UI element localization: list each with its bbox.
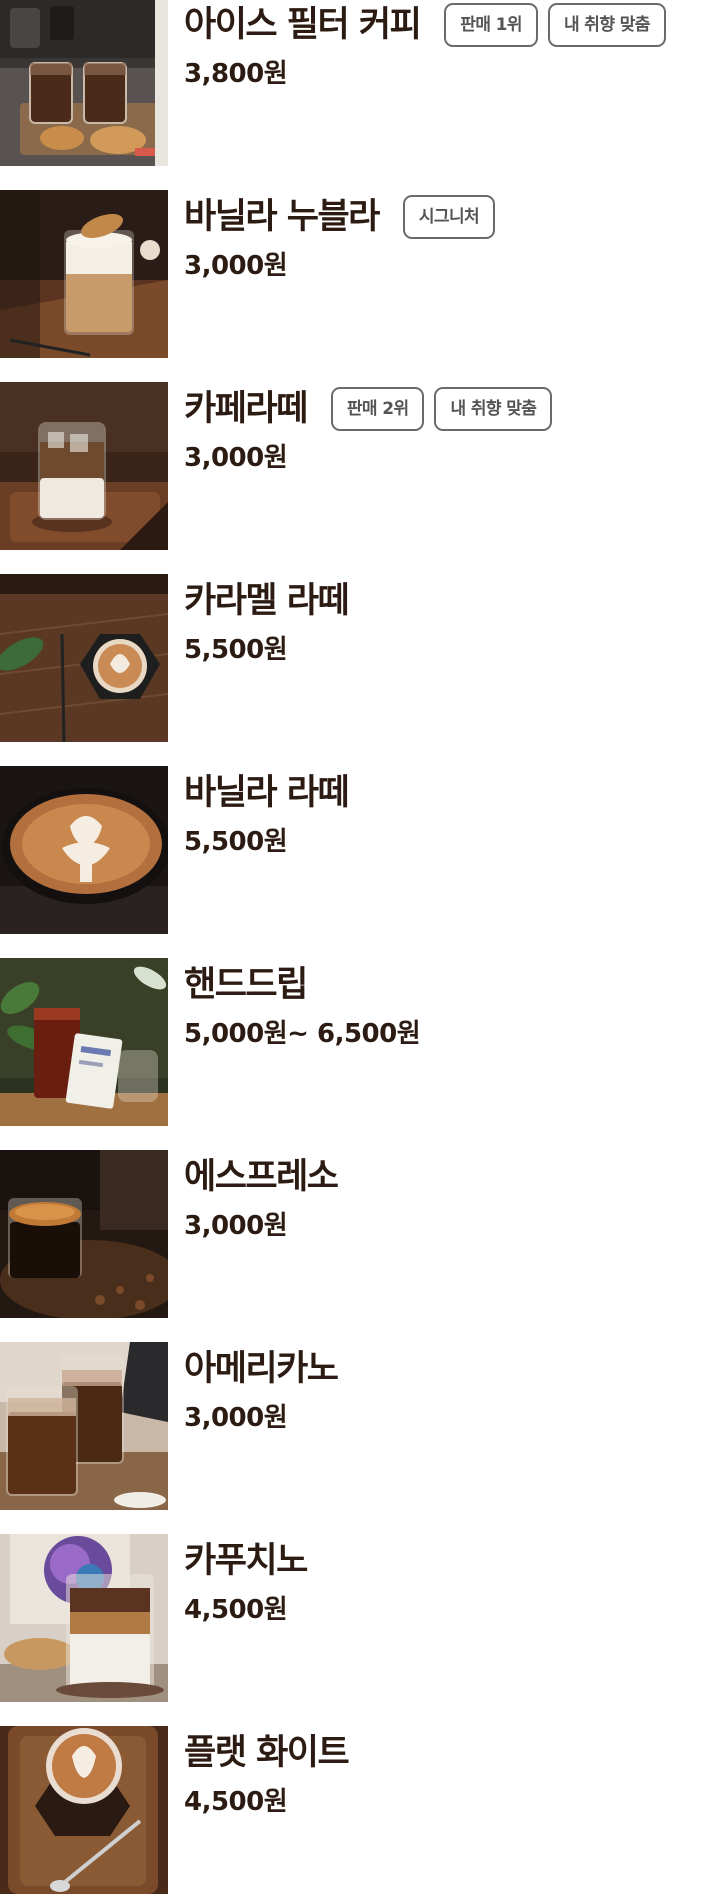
menu-item-info: 에스프레소 3,000원 [184, 1150, 716, 1318]
menu-item-price: 3,000원 [184, 443, 288, 473]
menu-item-photo [0, 766, 168, 934]
menu-item-info: 바닐라 누블라 시그니처 3,000원 [184, 190, 716, 358]
menu-item-info: 카라멜 라떼 5,500원 [184, 574, 716, 742]
menu-item-title-row: 플랫 화이트 [184, 1728, 350, 1778]
menu-item-photo [0, 1726, 168, 1894]
menu-item-info: 아메리카노 3,000원 [184, 1342, 716, 1510]
menu-item-price: 5,000원~ 6,500원 [184, 1019, 421, 1049]
menu-item-info: 핸드드립 5,000원~ 6,500원 [184, 958, 716, 1126]
my-taste-badge: 내 취향 맞춤 [434, 387, 553, 431]
iced-filter-coffee-photo [0, 0, 168, 166]
menu-item-photo [0, 1150, 168, 1318]
menu-item-name: 플랫 화이트 [184, 1733, 350, 1773]
menu-item-name: 카푸치노 [184, 1541, 308, 1581]
menu-item-cafe-latte[interactable]: 카페라떼 판매 2위 내 취향 맞춤 3,000원 [0, 382, 716, 550]
menu-item-tags: 시그니처 [402, 195, 496, 239]
menu-item-photo [0, 958, 168, 1126]
menu-item-title-row: 카푸치노 [184, 1536, 308, 1586]
menu-item-name: 카페라떼 [184, 389, 308, 429]
menu-item-name: 에스프레소 [184, 1157, 339, 1197]
cafe-latte-photo [0, 382, 168, 550]
menu-item-espresso[interactable]: 에스프레소 3,000원 [0, 1150, 716, 1318]
menu-item-title-row: 바닐라 라떼 [184, 768, 350, 818]
menu-item-title-row: 카페라떼 판매 2위 내 취향 맞춤 [184, 384, 553, 434]
menu-item-iced-filter-coffee[interactable]: 아이스 필터 커피 판매 1위 내 취향 맞춤 3,800원 [0, 0, 716, 166]
menu-item-price: 5,500원 [184, 635, 288, 665]
menu-item-tags: 판매 2위 내 취향 맞춤 [330, 387, 553, 431]
menu-item-name: 아메리카노 [184, 1349, 339, 1389]
menu-item-price: 5,500원 [184, 827, 288, 857]
menu-list: 아이스 필터 커피 판매 1위 내 취향 맞춤 3,800원 바닐라 누블라 시… [0, 0, 716, 1896]
menu-item-price: 3,000원 [184, 1211, 288, 1241]
espresso-photo [0, 1150, 168, 1318]
menu-item-americano[interactable]: 아메리카노 3,000원 [0, 1342, 716, 1510]
menu-item-title-row: 바닐라 누블라 시그니처 [184, 192, 496, 242]
menu-item-hand-drip[interactable]: 핸드드립 5,000원~ 6,500원 [0, 958, 716, 1126]
menu-item-photo [0, 1534, 168, 1702]
menu-item-photo [0, 382, 168, 550]
menu-item-vanilla-latte[interactable]: 바닐라 라떼 5,500원 [0, 766, 716, 934]
menu-item-title-row: 카라멜 라떼 [184, 576, 350, 626]
my-taste-badge: 내 취향 맞춤 [547, 3, 666, 47]
menu-item-cappuccino[interactable]: 카푸치노 4,500원 [0, 1534, 716, 1702]
menu-item-name: 카라멜 라떼 [184, 581, 350, 621]
second-best-seller-badge: 판매 2위 [330, 387, 425, 431]
hand-drip-photo [0, 958, 168, 1126]
cappuccino-photo [0, 1534, 168, 1702]
menu-item-price: 4,500원 [184, 1787, 288, 1817]
menu-item-photo [0, 1342, 168, 1510]
caramel-latte-photo [0, 574, 168, 742]
menu-item-price: 3,800원 [184, 59, 288, 89]
best-seller-badge: 판매 1위 [444, 3, 538, 47]
menu-item-name: 아이스 필터 커피 [184, 5, 422, 45]
vanilla-latte-photo [0, 766, 168, 934]
menu-item-name: 핸드드립 [184, 965, 308, 1005]
menu-item-info: 카푸치노 4,500원 [184, 1534, 716, 1702]
menu-item-title-row: 아메리카노 [184, 1344, 339, 1394]
menu-item-info: 카페라떼 판매 2위 내 취향 맞춤 3,000원 [184, 382, 716, 550]
menu-item-photo [0, 190, 168, 358]
menu-item-name: 바닐라 누블라 [184, 197, 380, 237]
menu-item-price: 4,500원 [184, 1595, 288, 1625]
menu-item-title-row: 에스프레소 [184, 1152, 339, 1202]
americano-photo [0, 1342, 168, 1510]
menu-item-info: 바닐라 라떼 5,500원 [184, 766, 716, 934]
flat-white-photo [0, 1726, 168, 1894]
menu-item-price: 3,000원 [184, 1403, 288, 1433]
menu-item-flat-white[interactable]: 플랫 화이트 4,500원 [0, 1726, 716, 1894]
menu-item-name: 바닐라 라떼 [184, 773, 350, 813]
menu-item-photo [0, 574, 168, 742]
vanilla-nubla-photo [0, 190, 168, 358]
menu-item-info: 플랫 화이트 4,500원 [184, 1726, 716, 1894]
menu-item-caramel-latte[interactable]: 카라멜 라떼 5,500원 [0, 574, 716, 742]
signature-badge: 시그니처 [402, 195, 496, 239]
menu-item-price: 3,000원 [184, 251, 288, 281]
menu-item-info: 아이스 필터 커피 판매 1위 내 취향 맞춤 3,800원 [184, 0, 716, 166]
menu-item-title-row: 핸드드립 [184, 960, 308, 1010]
menu-item-title-row: 아이스 필터 커피 판매 1위 내 취향 맞춤 [184, 0, 666, 50]
menu-item-photo [0, 0, 168, 166]
menu-item-tags: 판매 1위 내 취향 맞춤 [444, 3, 666, 47]
menu-item-vanilla-nubla[interactable]: 바닐라 누블라 시그니처 3,000원 [0, 190, 716, 358]
